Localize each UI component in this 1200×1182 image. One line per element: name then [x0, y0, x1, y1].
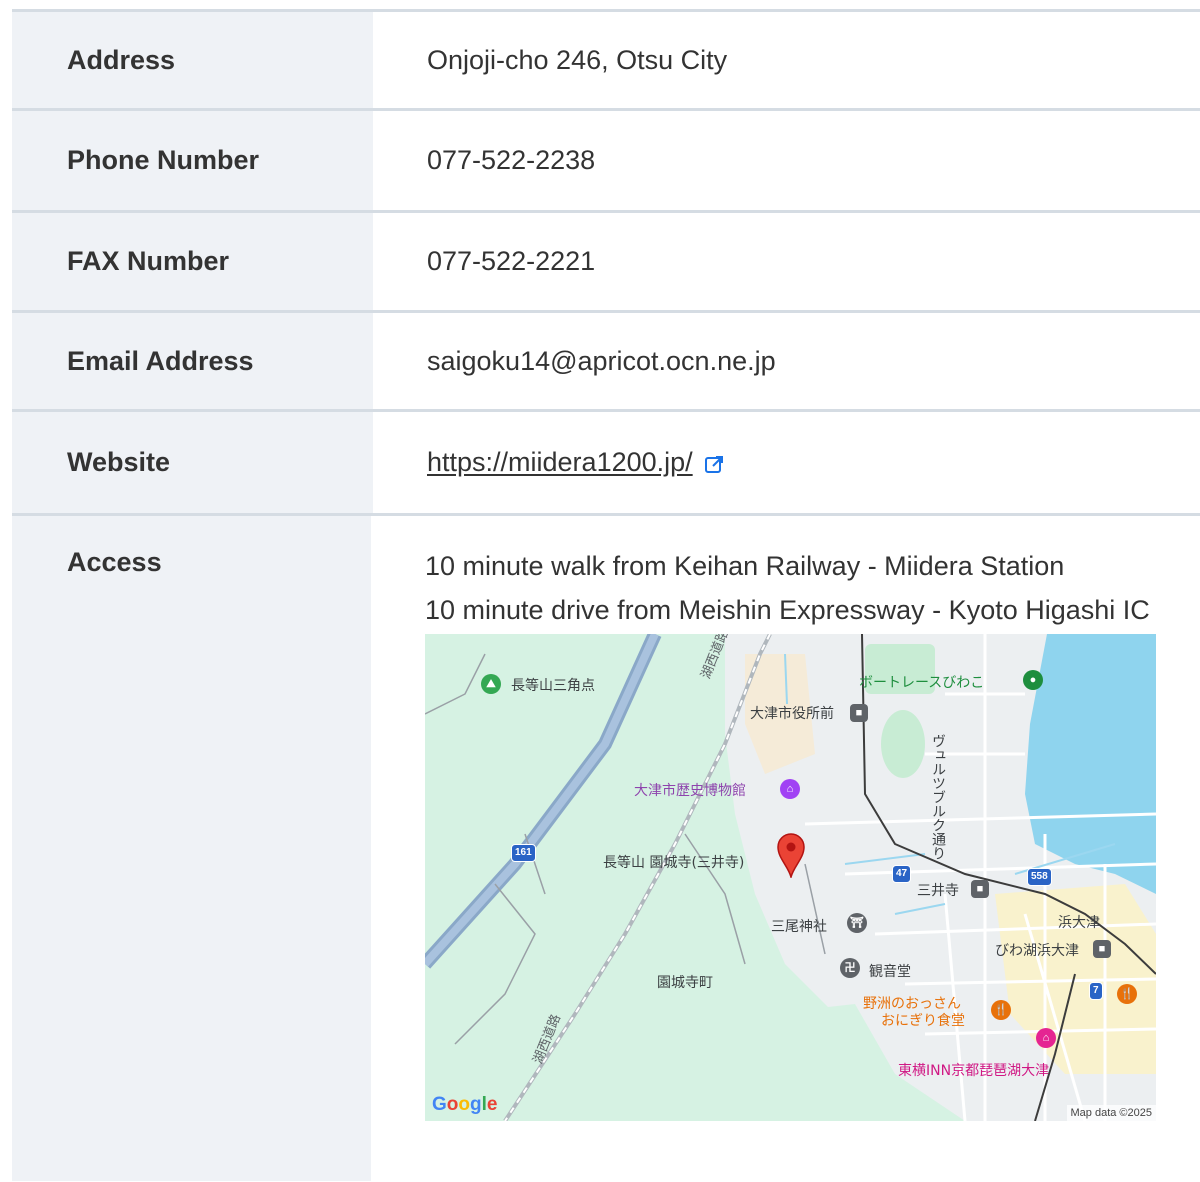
museum-poi-icon[interactable]: ⌂	[780, 779, 800, 799]
map-label-city-hall-station: 大津市役所前	[750, 706, 834, 722]
table-row-email: Email Address saigoku14@apricot.ocn.ne.j…	[12, 313, 1200, 412]
map-attribution: Map data ©2025	[1066, 1105, 1156, 1121]
phone-value: 077-522-2238	[427, 145, 596, 175]
shrine-poi-icon[interactable]: ⛩	[847, 913, 867, 933]
fax-value: 077-522-2221	[427, 246, 596, 276]
park-poi-icon[interactable]: ⛰	[481, 674, 501, 694]
table-row-phone: Phone Number 077-522-2238	[12, 111, 1200, 213]
table-row-fax: FAX Number 077-522-2221	[12, 213, 1200, 313]
route-shield-7: 7	[1089, 982, 1103, 1000]
access-label: Access	[12, 516, 371, 1181]
map-label-street: ヴュルツブルク通り	[930, 734, 946, 860]
map-label-town: 園城寺町	[657, 975, 713, 991]
temple-poi-icon[interactable]: 卍	[840, 958, 860, 978]
address-value: Onjoji-cho 246, Otsu City	[427, 44, 728, 75]
fax-label: FAX Number	[12, 213, 373, 310]
boat-race-poi-icon[interactable]: ●	[1023, 670, 1043, 690]
station-icon[interactable]: ■	[850, 704, 868, 722]
restaurant-poi-icon-2[interactable]: 🍴	[1117, 984, 1137, 1004]
map-label-mountain-point: 長等山三角点	[511, 678, 595, 694]
map-label-restaurant-2: おにぎり食堂	[881, 1013, 965, 1029]
station-icon-3[interactable]: ■	[1093, 940, 1111, 958]
restaurant-poi-icon[interactable]: 🍴	[991, 1000, 1011, 1020]
route-shield-161: 161	[511, 844, 536, 862]
map-label-kannondo: 観音堂	[869, 964, 911, 980]
table-row-address: Address Onjoji-cho 246, Otsu City	[12, 12, 1200, 111]
website-label: Website	[12, 412, 373, 513]
hotel-poi-icon[interactable]: ⌂	[1036, 1028, 1056, 1048]
email-value: saigoku14@apricot.ocn.ne.jp	[427, 345, 776, 376]
map-label-biwako-hamaotsu: びわ湖浜大津	[995, 943, 1079, 959]
table-row-website: Website https://miidera1200.jp/	[12, 412, 1200, 516]
info-table: Address Onjoji-cho 246, Otsu City Phone …	[12, 9, 1200, 1181]
map-label-museum: 大津市歴史博物館	[634, 783, 746, 799]
external-link-icon[interactable]	[703, 452, 725, 474]
google-logo: Google	[432, 1094, 498, 1115]
location-pin-icon[interactable]	[776, 832, 806, 878]
access-line-car: 10 minute drive from Meishin Expressway …	[425, 595, 1150, 625]
website-link[interactable]: https://miidera1200.jp/	[427, 447, 693, 478]
map-label-temple: 長等山 園城寺(三井寺)	[603, 855, 745, 871]
address-label: Address	[12, 12, 373, 108]
map-label-boat-race: ボートレースびわこ	[859, 675, 985, 691]
route-shield-47: 47	[892, 865, 912, 883]
map-label-shrine: 三尾神社	[771, 919, 827, 935]
table-row-access: Access 10 minute walk from Keihan Railwa…	[12, 516, 1200, 1181]
access-line-train: 10 minute walk from Keihan Railway - Mii…	[425, 551, 1065, 581]
map-label-hotel: 東横INN京都琵琶湖大津	[898, 1063, 1050, 1079]
station-icon-2[interactable]: ■	[971, 880, 989, 898]
access-text: 10 minute walk from Keihan Railway - Mii…	[425, 544, 1160, 632]
email-label: Email Address	[12, 313, 373, 409]
website-cell: https://miidera1200.jp/	[373, 412, 1200, 513]
map-embed[interactable]: ⛰ ● ⌂ ⛩ 卍 🍴 🍴 ⌂ ■ ■ ■ 161 47 558 7 長等山三角…	[425, 634, 1156, 1121]
map-label-hamaotsu: 浜大津	[1058, 915, 1100, 931]
phone-label: Phone Number	[12, 111, 373, 210]
access-cell: 10 minute walk from Keihan Railway - Mii…	[371, 516, 1200, 1181]
map-label-miidera-station: 三井寺	[917, 883, 959, 899]
route-shield-558: 558	[1027, 868, 1052, 886]
